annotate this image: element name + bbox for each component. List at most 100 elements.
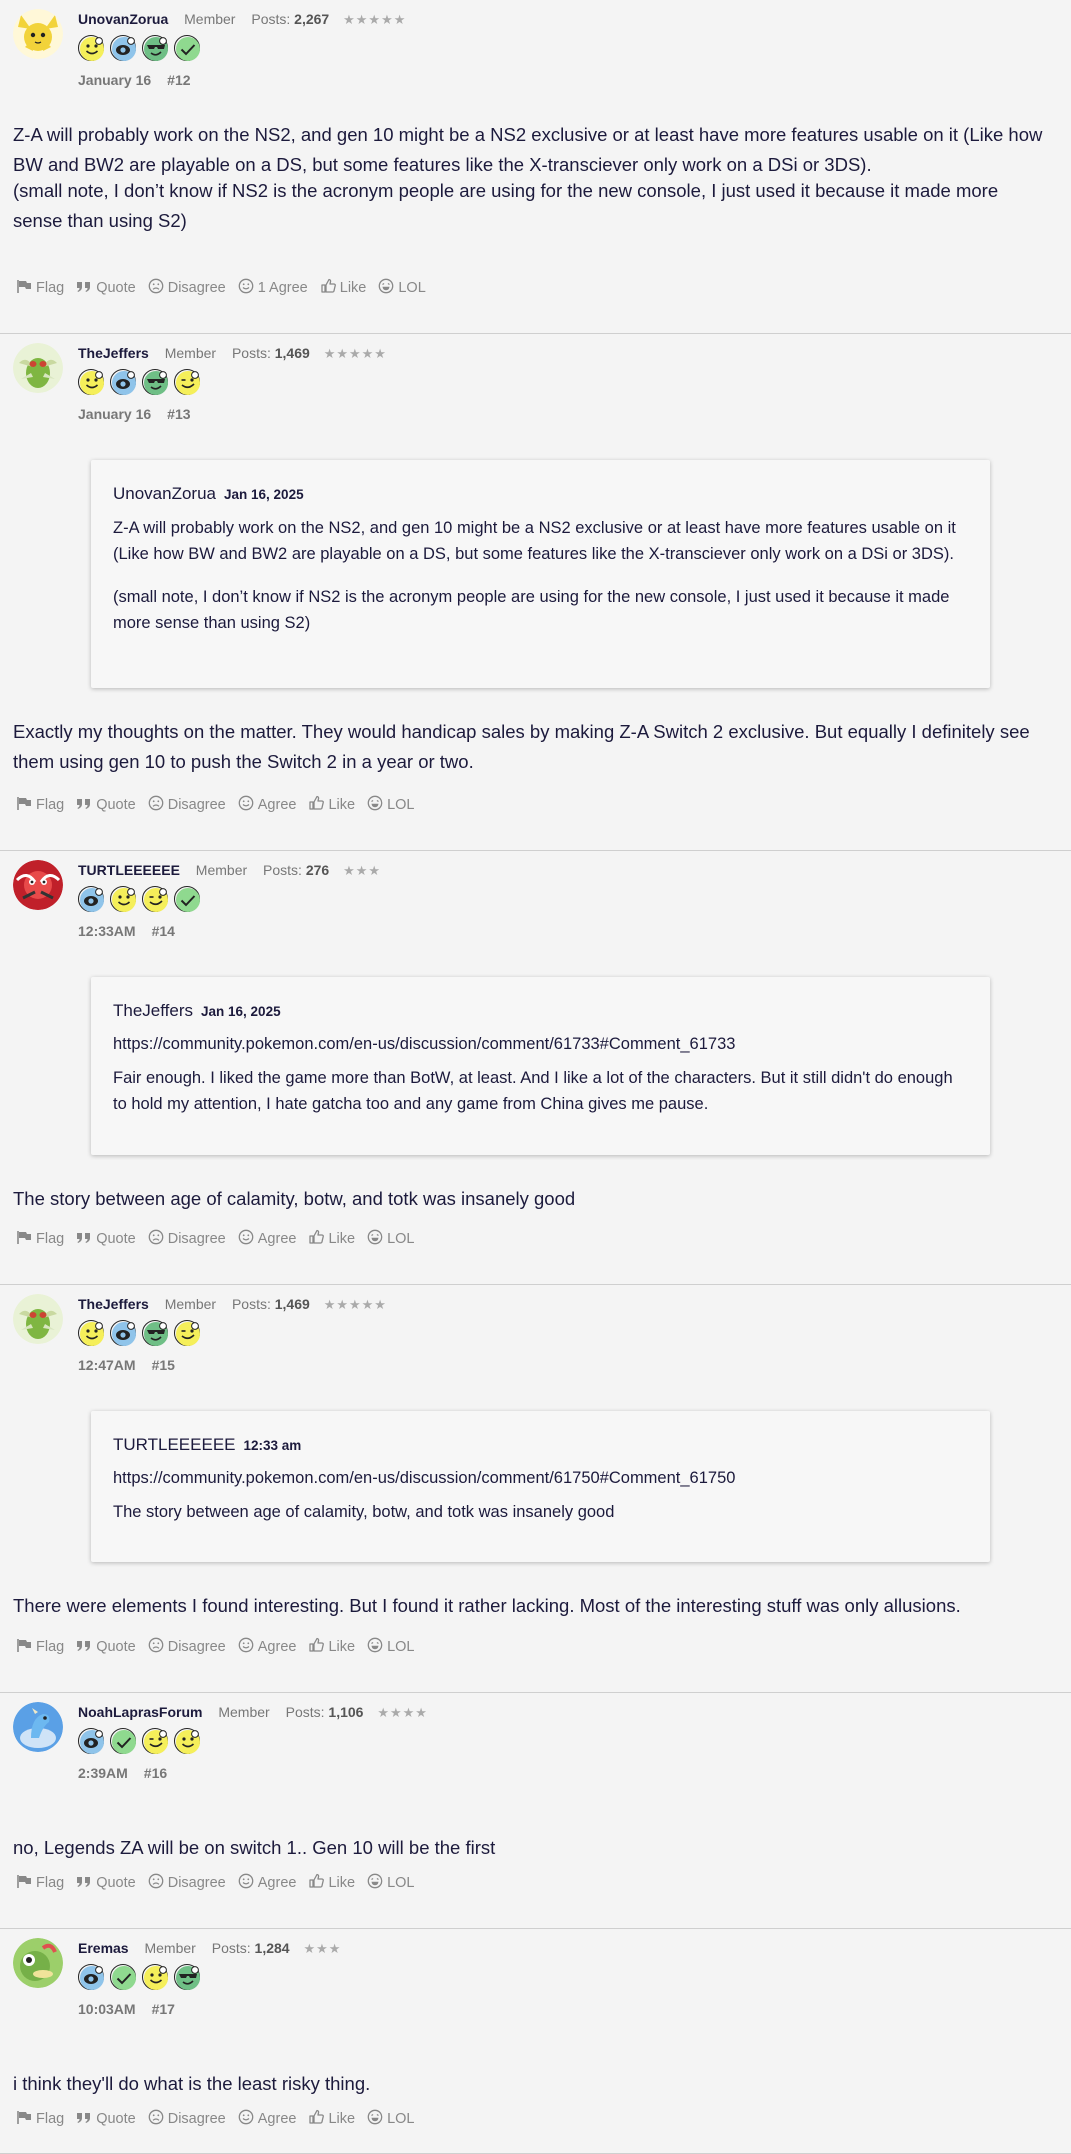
quote-link[interactable]: https://community.pokemon.com/en-us/disc… [113,1031,968,1057]
smiley-badge[interactable] [142,1964,168,1990]
disagree-button[interactable]: Disagree [148,795,226,815]
camera-badge[interactable] [110,1320,136,1346]
camera-badge[interactable] [78,1728,104,1754]
quote-author[interactable]: TheJeffers [113,1001,193,1020]
post-number[interactable]: #14 [152,923,175,939]
post-date[interactable]: 10:03AM [78,2001,136,2017]
flag-button[interactable]: Flag [16,1638,64,1657]
username-link[interactable]: TheJeffers [78,1296,149,1312]
wink-badge[interactable] [174,369,200,395]
post-date[interactable]: January 16 [78,72,151,88]
wink-badge[interactable] [142,886,168,912]
quote-button[interactable]: Quote [76,279,136,297]
username-link[interactable]: Eremas [78,1940,129,1956]
quote-button[interactable]: Quote [76,2110,136,2128]
username-link[interactable]: NoahLaprasForum [78,1704,202,1720]
quote-paragraph: Z-A will probably work on the NS2, and g… [113,519,956,563]
quote-button[interactable]: Quote [76,1638,136,1656]
agree-button[interactable]: Agree [238,1873,296,1893]
lol-button[interactable]: LOL [367,1873,414,1893]
flag-button[interactable]: Flag [16,279,64,298]
disagree-button[interactable]: Disagree [148,278,226,298]
scyther-avatar[interactable] [13,1294,63,1344]
username-link[interactable]: TURTLEEEEEE [78,862,180,878]
check-badge[interactable] [110,1964,136,1990]
like-button[interactable]: Like [308,1873,355,1893]
disagree-button[interactable]: Disagree [148,1637,226,1657]
like-button[interactable]: Like [320,278,366,298]
check-badge[interactable] [174,35,200,61]
caterpie-avatar[interactable] [13,1938,63,1988]
quote-icon [76,1230,96,1248]
sunglasses-badge[interactable] [174,1964,200,1990]
lol-button[interactable]: LOL [367,1229,414,1249]
quote-link[interactable]: https://community.pokemon.com/en-us/disc… [113,1465,968,1491]
smiley-badge[interactable] [78,1320,104,1346]
flag-button[interactable]: Flag [16,2110,64,2129]
check-badge[interactable] [174,886,200,912]
post-number[interactable]: #16 [144,1765,167,1781]
scyther-avatar[interactable] [13,343,63,393]
smiley-badge[interactable] [78,369,104,395]
quote-button[interactable]: Quote [76,796,136,814]
scizor-avatar[interactable] [13,860,63,910]
post-date[interactable]: January 16 [78,406,151,422]
post-body: Z-A will probably work on the NS2, and g… [13,120,1051,180]
post-number[interactable]: #12 [167,72,190,88]
camera-badge[interactable] [110,369,136,395]
check-badge[interactable] [110,1728,136,1754]
smiley-badge[interactable] [174,1728,200,1754]
quote-button[interactable]: Quote [76,1230,136,1248]
post-number[interactable]: #17 [152,2001,175,2017]
post-date[interactable]: 2:39AM [78,1765,128,1781]
quote-author[interactable]: UnovanZorua [113,484,216,503]
agree-button[interactable]: Agree [238,795,296,815]
disagree-button[interactable]: Disagree [148,2109,226,2129]
like-button[interactable]: Like [308,795,355,815]
agree-button[interactable]: 1 Agree [238,278,308,298]
post-number[interactable]: #13 [167,406,190,422]
zorua-avatar[interactable] [13,9,63,59]
lol-button[interactable]: LOL [367,2109,414,2129]
smiley-badge[interactable] [110,886,136,912]
camera-badge[interactable] [78,1964,104,1990]
lol-button[interactable]: LOL [367,795,414,815]
like-button[interactable]: Like [308,2109,355,2129]
post-date[interactable]: 12:33AM [78,923,136,939]
lol-button[interactable]: LOL [378,278,426,298]
camera-badge[interactable] [110,35,136,61]
like-button[interactable]: Like [308,1229,355,1249]
wink-badge[interactable] [174,1320,200,1346]
post-number[interactable]: #15 [152,1357,175,1373]
quote-button[interactable]: Quote [76,1874,136,1892]
sunglasses-badge[interactable] [142,369,168,395]
flag-button[interactable]: Flag [16,1874,64,1893]
sunglasses-badge[interactable] [142,1320,168,1346]
camera-badge[interactable] [78,886,104,912]
flag-button[interactable]: Flag [16,796,64,815]
flag-button[interactable]: Flag [16,1230,64,1249]
quote-author[interactable]: TURTLEEEEEE [113,1435,236,1454]
wink-badge[interactable] [142,1728,168,1754]
agree-button[interactable]: Agree [238,2109,296,2129]
laugh-icon [367,795,387,815]
disagree-button[interactable]: Disagree [148,1229,226,1249]
username-link[interactable]: TheJeffers [78,345,149,361]
posts-label: Posts: [211,1940,251,1956]
quote-paragraph: The story between age of calamity, botw,… [113,1503,615,1521]
lapras-avatar[interactable] [13,1702,63,1752]
username-link[interactable]: UnovanZorua [78,11,168,27]
sunglasses-badge[interactable] [142,35,168,61]
smiley-badge[interactable] [78,35,104,61]
post-dateline: 12:47AM #15 [78,1357,175,1373]
post-count-value: 1,106 [328,1704,364,1720]
agree-button[interactable]: Agree [238,1229,296,1249]
post-date[interactable]: 12:47AM [78,1357,136,1373]
lol-button[interactable]: LOL [367,1637,414,1657]
rank-stars: ★★★ [343,863,382,878]
laugh-icon [378,278,398,298]
like-button[interactable]: Like [308,1637,355,1657]
frown-icon [148,1873,168,1893]
disagree-button[interactable]: Disagree [148,1873,226,1893]
agree-button[interactable]: Agree [238,1637,296,1657]
